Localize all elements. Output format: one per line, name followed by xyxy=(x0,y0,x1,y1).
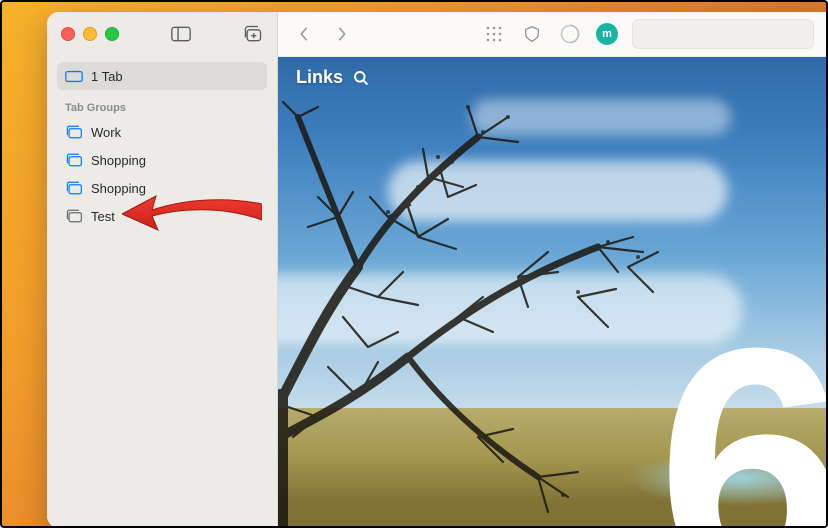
minimize-window-button[interactable] xyxy=(83,27,97,41)
close-window-button[interactable] xyxy=(61,27,75,41)
back-button[interactable] xyxy=(292,22,316,46)
desktop-background: 1 Tab Tab Groups Work xyxy=(0,0,828,528)
icloud-tabs-icon[interactable] xyxy=(558,22,582,46)
toolbar: m xyxy=(278,12,828,57)
tab-group-test[interactable]: Test xyxy=(57,202,267,230)
window-titlebar xyxy=(47,12,277,56)
tab-groups-header: Tab Groups xyxy=(57,90,267,118)
avatar-initial: m xyxy=(602,28,612,40)
tab-group-label: Test xyxy=(91,209,115,224)
tab-group-label: Work xyxy=(91,125,121,140)
privacy-report-icon[interactable] xyxy=(520,22,544,46)
search-icon xyxy=(353,70,369,86)
current-tabs-row[interactable]: 1 Tab xyxy=(57,62,267,90)
start-page-wallpaper: 6 xyxy=(278,57,828,528)
traffic-lights xyxy=(61,27,119,41)
forward-button[interactable] xyxy=(330,22,354,46)
start-page-grid-icon[interactable] xyxy=(482,22,506,46)
address-bar[interactable] xyxy=(632,19,814,49)
tab-group-icon xyxy=(65,125,83,139)
sidebar-body: 1 Tab Tab Groups Work xyxy=(47,56,277,230)
tab-group-icon xyxy=(65,153,83,167)
tab-group-label: Shopping xyxy=(91,181,146,196)
sidebar: 1 Tab Tab Groups Work xyxy=(47,12,278,528)
links-heading[interactable]: Links xyxy=(296,67,369,88)
tab-group-shopping-2[interactable]: Shopping xyxy=(57,174,267,202)
profile-avatar[interactable]: m xyxy=(596,23,618,45)
zoom-window-button[interactable] xyxy=(105,27,119,41)
sidebar-toggle-icon[interactable] xyxy=(171,26,191,42)
main-area: m xyxy=(278,12,828,528)
tab-group-icon xyxy=(65,181,83,195)
tabs-icon xyxy=(65,69,83,83)
tab-group-icon xyxy=(65,209,83,223)
tab-group-shopping-1[interactable]: Shopping xyxy=(57,146,267,174)
new-tab-group-icon[interactable] xyxy=(243,26,263,42)
wallpaper-numeral: 6 xyxy=(657,298,828,528)
current-tabs-label: 1 Tab xyxy=(91,69,123,84)
links-label: Links xyxy=(296,67,343,88)
tab-group-label: Shopping xyxy=(91,153,146,168)
tab-group-work[interactable]: Work xyxy=(57,118,267,146)
page-content: 6 Links xyxy=(278,57,828,528)
safari-window: 1 Tab Tab Groups Work xyxy=(47,12,828,528)
